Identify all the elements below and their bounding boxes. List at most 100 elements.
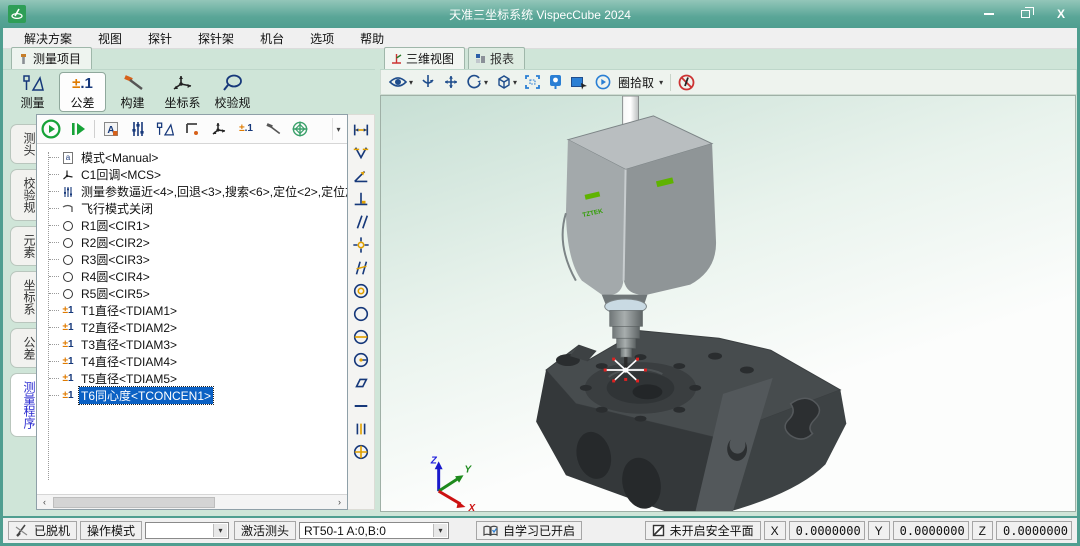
label-edit-button[interactable]: A (100, 118, 122, 140)
tolerance-parallelism-icon[interactable] (351, 212, 371, 232)
run-program-button[interactable] (40, 118, 62, 140)
ribbon-tolerance-button[interactable]: ±.1 公差 (59, 72, 106, 112)
circle-pick-button[interactable]: 圈拾取▾ (618, 74, 663, 91)
scroll-left-arrow[interactable]: ‹ (37, 495, 52, 509)
close-button[interactable]: X (1046, 4, 1076, 24)
tree-item-parameters[interactable]: 测量参数逼近<4>,回退<3>,搜索<6>,定位<2>,定位加<2>,测 (41, 183, 347, 200)
tree-horizontal-scrollbar[interactable]: ‹ › (37, 494, 347, 509)
side-tab-feature[interactable]: 元素 (10, 226, 36, 266)
title-bar: 天准三坐标系统 VispecCube 2024 X (0, 0, 1080, 28)
self-learning-status: 自学习已开启 (476, 521, 582, 540)
menu-machine[interactable]: 机台 (247, 29, 297, 48)
tab-report-label: 报表 (490, 50, 514, 67)
circle-feature-icon (60, 219, 76, 233)
construct-small-button[interactable] (262, 118, 284, 140)
tolerance-symmetry-icon[interactable] (351, 419, 371, 439)
self-learn-icon (483, 525, 498, 537)
category-ribbon: 测量 ±.1 公差 构建 坐标系 (3, 70, 375, 114)
tree-item-tdiam3[interactable]: ±1T3直径<TDIAM3> (41, 336, 347, 353)
view-cube-button[interactable]: ▾ (495, 74, 517, 90)
menu-help[interactable]: 帮助 (347, 29, 397, 48)
tolerance-perpendicularity-icon[interactable] (351, 189, 371, 209)
pan-button[interactable] (443, 74, 459, 90)
tolerance-small-button[interactable]: ±.1 (235, 118, 257, 140)
left-tab-strip: 测量项目 (3, 49, 375, 70)
tab-3d-view[interactable]: 三维视图 (384, 47, 465, 69)
menu-probe[interactable]: 探针 (135, 29, 185, 48)
tree-item-fly-mode[interactable]: 飞行模式关闭 (41, 200, 347, 217)
tree-item-cir2[interactable]: R2圆<CIR2> (41, 234, 347, 251)
tree-item-cir3[interactable]: R3圆<CIR3> (41, 251, 347, 268)
locate-button[interactable] (548, 74, 563, 90)
parameters-button[interactable] (127, 118, 149, 140)
tree-item-tdiam2[interactable]: ±1T2直径<TDIAM2> (41, 319, 347, 336)
zoom-fit-button[interactable] (524, 74, 541, 90)
tolerance-cylindricity-icon[interactable] (351, 327, 371, 347)
orbit-button[interactable] (420, 74, 436, 90)
location-pin-icon (548, 74, 563, 90)
coordsys-small-button[interactable] (289, 118, 311, 140)
tolerance-flatness-icon[interactable] (351, 373, 371, 393)
side-tab-probe[interactable]: 测头 (10, 124, 36, 164)
tolerance-item-icon: ±1 (60, 338, 76, 352)
side-tab-gauge[interactable]: 校验规 (10, 169, 36, 221)
probe-disabled-button[interactable] (678, 74, 695, 91)
minimize-button[interactable] (974, 4, 1004, 24)
play-view-button[interactable] (595, 74, 611, 90)
ribbon-construct-label: 构建 (120, 94, 144, 111)
tree-item-cir1[interactable]: R1圆<CIR1> (41, 217, 347, 234)
side-tab-measure-program[interactable]: 测量程序 (10, 373, 36, 437)
tolerance-toolbar (348, 114, 375, 510)
scrollbar-thumb[interactable] (53, 497, 215, 508)
measure-tools-button[interactable] (154, 118, 176, 140)
tab-report[interactable]: 报表 (468, 47, 525, 69)
safety-plane-label: 未开启安全平面 (670, 522, 754, 539)
tree-item-cir4[interactable]: R4圆<CIR4> (41, 268, 347, 285)
rotate-view-button[interactable]: ▾ (466, 74, 488, 90)
menu-solution[interactable]: 解决方案 (11, 29, 85, 48)
restore-button[interactable] (1010, 4, 1040, 24)
step-run-button[interactable] (67, 118, 89, 140)
move-point-button[interactable] (181, 118, 203, 140)
ribbon-construct-button[interactable]: 构建 (109, 72, 156, 112)
tab-measure-project[interactable]: 测量项目 (11, 47, 92, 69)
ribbon-gauge-button[interactable]: 校验规 (209, 72, 256, 112)
active-probe-select[interactable]: RT50-1 A:0,B:0▾ (299, 522, 449, 539)
measure-project-panel: 测量项目 测量 ±.1 公差 (3, 49, 375, 516)
tolerance-circularity-icon[interactable] (351, 304, 371, 324)
menu-options[interactable]: 选项 (297, 29, 347, 48)
tolerance-angle-icon[interactable] (351, 166, 371, 186)
tree-item-tdiam4[interactable]: ±1T4直径<TDIAM4> (41, 353, 347, 370)
tree-item-tdiam1[interactable]: ±1T1直径<TDIAM1> (41, 302, 347, 319)
side-tab-coordsys[interactable]: 坐标系 (10, 271, 36, 323)
operation-mode-select[interactable]: ▾ (145, 522, 229, 539)
menu-view[interactable]: 视图 (85, 29, 135, 48)
tree-item-mode[interactable]: a模式<Manual> (41, 149, 347, 166)
scroll-right-arrow[interactable]: › (332, 495, 347, 509)
fly-mode-icon (60, 202, 76, 216)
tolerance-straightness-icon[interactable] (351, 396, 371, 416)
tolerance-angularity-icon[interactable] (351, 258, 371, 278)
axes-move-button[interactable] (208, 118, 230, 140)
window-select-button[interactable] (570, 75, 588, 90)
visibility-button[interactable]: ▾ (388, 75, 413, 89)
z-coordinate-value: 0.0000000 (996, 521, 1072, 540)
ribbon-coordsys-button[interactable]: 坐标系 (159, 72, 206, 112)
tolerance-distance-icon[interactable] (351, 120, 371, 140)
menu-probe-rack[interactable]: 探针架 (185, 29, 247, 48)
tolerance-concentricity-icon[interactable] (351, 281, 371, 301)
tree-item-tdiam5[interactable]: ±1T5直径<TDIAM5> (41, 370, 347, 387)
tolerance-cone-angle-icon[interactable] (351, 143, 371, 163)
ribbon-measure-button[interactable]: 测量 (9, 72, 56, 112)
tolerance-true-position-icon[interactable] (351, 442, 371, 462)
tolerance-position-icon[interactable] (351, 235, 371, 255)
tree-item-tconcen1[interactable]: ±1T6同心度<TCONCEN1> (41, 387, 347, 404)
tree-item-cir5[interactable]: R5圆<CIR5> (41, 285, 347, 302)
tolerance-runout-icon[interactable] (351, 350, 371, 370)
tree-item-recall[interactable]: C1回调<MCS> (41, 166, 347, 183)
app-logo-icon (8, 5, 26, 23)
orbit-icon (420, 74, 436, 90)
viewport-3d[interactable]: TZTEK (380, 95, 1076, 512)
toolbar-overflow-button[interactable]: ▾ (332, 118, 344, 140)
side-tab-tolerance[interactable]: 公差 (10, 328, 36, 368)
